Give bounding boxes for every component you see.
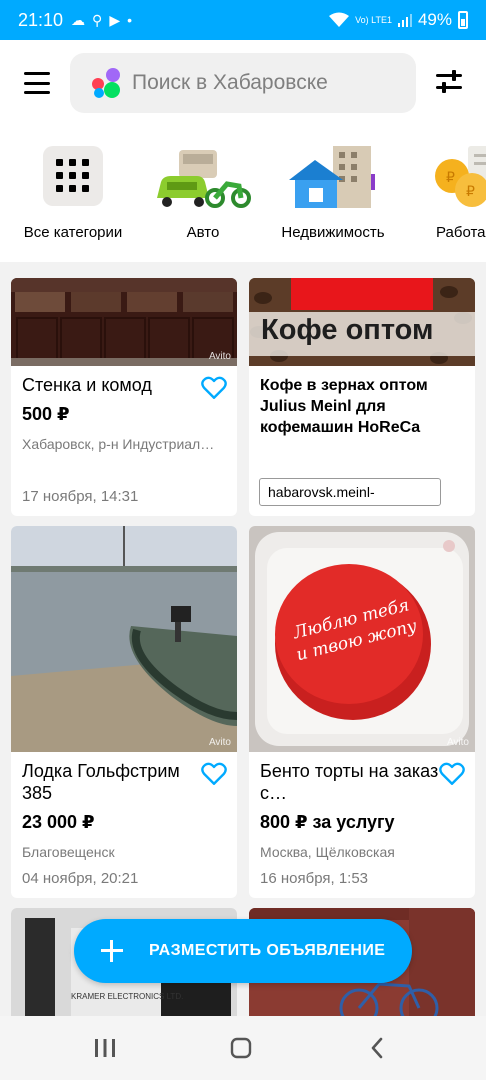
post-ad-button[interactable]: РАЗМЕСТИТЬ ОБЪЯВЛЕНИЕ [74, 919, 412, 983]
house-icon [289, 146, 375, 208]
home-button[interactable] [201, 1016, 281, 1080]
search-notification-icon: ⚲ [92, 11, 103, 28]
status-right: Vo) LTE1 49% [329, 10, 468, 30]
filter-icon[interactable] [436, 70, 462, 94]
youtube-icon: ▶ [109, 11, 121, 28]
recent-apps-button[interactable] [65, 1016, 145, 1080]
watermark: Avito [446, 737, 469, 748]
category-all[interactable]: Все категории [10, 126, 136, 262]
listing-location: Москва, Щёлковская [260, 844, 395, 860]
wifi-icon [329, 12, 350, 27]
app-header [0, 40, 486, 126]
watermark: Avito [208, 351, 231, 362]
listing-date: 17 ноября, 14:31 [22, 488, 139, 505]
listing-card[interactable]: Avito Лодка Гольфстрим 385 23 000 ₽ Благ… [11, 526, 237, 898]
back-button[interactable] [337, 1016, 417, 1080]
search-input[interactable] [132, 71, 382, 95]
category-jobs[interactable]: ₽ ₽ Работа [420, 126, 486, 262]
ad-url[interactable]: habarovsk.meinl- [259, 478, 441, 506]
listing-title[interactable]: Стенка и комод [22, 374, 152, 396]
category-realty[interactable]: Недвижимость [270, 126, 396, 262]
back-icon [371, 1037, 383, 1059]
listing-image[interactable]: Люблю тебя и твою жопу Avito [249, 526, 475, 752]
search-bar[interactable] [70, 53, 416, 113]
coins-icon: ₽ ₽ [435, 146, 486, 207]
ad-image-text: Кофе оптом [261, 314, 434, 346]
category-strip: Все категории Авто Недвижимость ₽ ₽ Рабо… [0, 126, 486, 262]
category-label: Недвижимость [281, 224, 385, 241]
car-icon [157, 150, 251, 208]
ad-card[interactable]: Кофе оптом Кофе в зернах оптом Julius Me… [249, 278, 475, 516]
home-icon [230, 1037, 252, 1059]
listing-title[interactable]: Бенто торты на заказ с… [260, 760, 440, 804]
signal-icon [397, 14, 412, 27]
heart-icon[interactable] [439, 762, 465, 786]
category-label: Все категории [23, 224, 123, 241]
ad-image[interactable]: Кофе оптом [249, 278, 475, 366]
cloud-icon: ☁ [71, 11, 86, 28]
listing-price: 23 000 ₽ [22, 812, 95, 832]
plus-icon [101, 940, 123, 962]
category-label: Работа [436, 224, 486, 241]
heart-icon[interactable] [201, 762, 227, 786]
listing-image[interactable]: Avito [11, 278, 237, 366]
image-text: KRAMER ELECTRONICS LTD. [71, 992, 184, 1001]
avito-logo-icon [92, 68, 124, 98]
recent-apps-icon [95, 1039, 115, 1057]
menu-icon[interactable] [24, 72, 50, 94]
svg-text:₽: ₽ [466, 184, 475, 200]
battery-percent: 49% [417, 10, 452, 29]
svg-text:₽: ₽ [446, 170, 455, 186]
category-label: Авто [186, 224, 220, 241]
battery-icon [458, 11, 468, 29]
listing-price: 500 ₽ [22, 404, 70, 424]
listing-date: 16 ноября, 1:53 [260, 870, 369, 887]
app-screen: 21:10 ☁ ⚲ ▶ • Vo) LTE1 49% Поиск в Хабар… [0, 0, 486, 1080]
system-nav-bar [0, 1016, 486, 1080]
listing-price: 800 ₽ за услугу [260, 812, 395, 832]
listing-card[interactable]: Люблю тебя и твою жопу Avito Бенто торты… [249, 526, 475, 898]
post-ad-label: РАЗМЕСТИТЬ ОБЪЯВЛЕНИЕ [149, 942, 386, 959]
heart-icon[interactable] [201, 376, 227, 400]
listing-location: Благовещенск [22, 844, 115, 860]
ad-title[interactable]: Кофе в зернах оптом Julius Meinl для коф… [260, 375, 470, 438]
listing-location: Хабаровск, р-н Индустриал… [22, 436, 215, 452]
network-label: Vo) LTE1 [355, 14, 392, 25]
category-auto[interactable]: Авто [150, 126, 256, 262]
listing-image[interactable]: Avito [11, 526, 237, 752]
watermark: Avito [208, 737, 231, 748]
listing-date: 04 ноября, 20:21 [22, 870, 139, 887]
listing-title[interactable]: Лодка Гольфстрим 385 [22, 760, 202, 804]
grid-icon [43, 146, 103, 206]
status-time: 21:10 [18, 9, 64, 30]
listing-card[interactable]: Avito Стенка и комод 500 ₽ Хабаровск, р-… [11, 278, 237, 516]
status-bar: 21:10 ☁ ⚲ ▶ • Vo) LTE1 49% [0, 0, 486, 40]
dot-icon: • [127, 12, 132, 28]
